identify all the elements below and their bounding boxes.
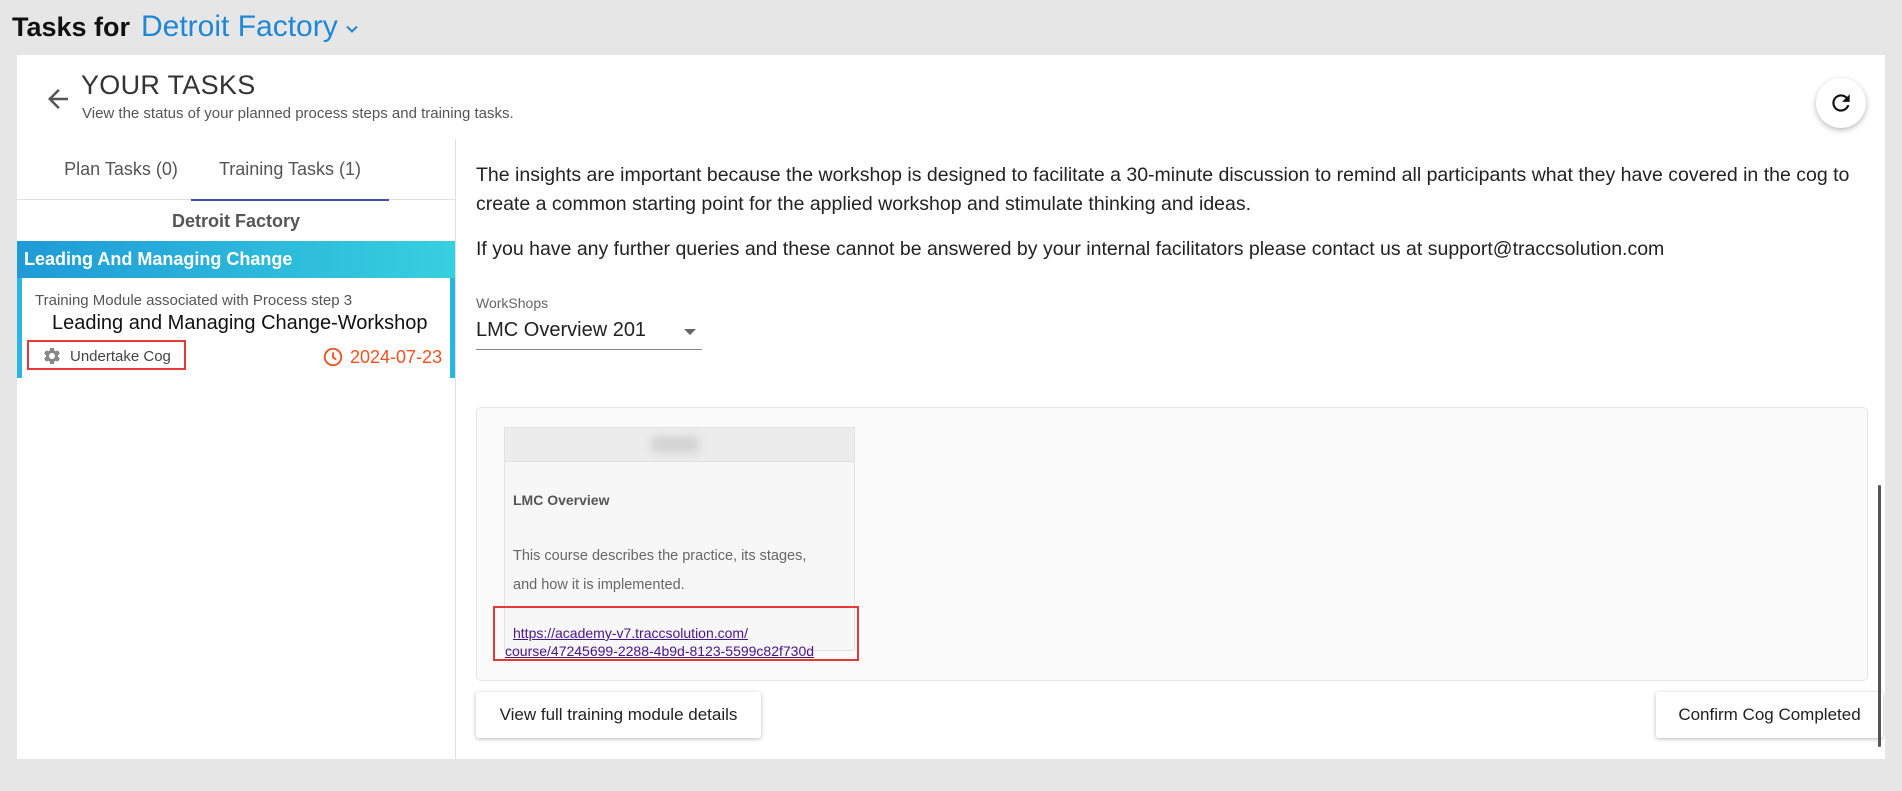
scrollbar[interactable] [1878, 485, 1881, 747]
refresh-icon [1832, 94, 1850, 112]
course-description: This course describes the practice, its … [513, 548, 807, 593]
task-tabs: Plan Tasks (0) Training Tasks (1) [17, 139, 455, 201]
group-header[interactable]: Leading And Managing Change [17, 241, 455, 278]
task-list-panel: Plan Tasks (0) Training Tasks (1) Detroi… [17, 139, 456, 759]
task-item[interactable]: Training Module associated with Process … [17, 278, 455, 378]
course-panel: LMC Overview This course describes the p… [476, 407, 1868, 681]
workshops-select[interactable]: LMC Overview 201 [476, 317, 702, 350]
clock-icon [323, 347, 343, 367]
due-date-value: 2024-07-23 [350, 346, 443, 367]
top-bar: Tasks for Detroit Factory [0, 0, 1902, 54]
page-subtitle: View the status of your planned process … [82, 105, 514, 122]
highlight-box [493, 606, 859, 661]
task-detail-panel: ... ... The insights are important becau… [456, 139, 1885, 759]
tasks-card: YOUR TASKS View the status of your plann… [17, 55, 1885, 759]
tab-plan-tasks[interactable]: Plan Tasks (0) [37, 139, 205, 199]
chevron-down-icon [346, 25, 358, 33]
arrow-left-icon[interactable] [43, 84, 73, 114]
course-title: LMC Overview [513, 492, 610, 508]
confirm-cog-completed-button[interactable]: Confirm Cog Completed [1656, 692, 1883, 738]
gear-icon [44, 348, 60, 364]
support-paragraph: If you have any further queries and thes… [476, 238, 1665, 260]
insights-paragraph: The insights are important because the w… [476, 164, 1850, 215]
course-thumbnail [505, 428, 854, 462]
clipped-text: ... ... [476, 139, 1856, 143]
site-selector[interactable]: Detroit Factory [141, 10, 360, 44]
workshops-select-value: LMC Overview 201 [476, 319, 647, 341]
undertake-cog-button[interactable]: Undertake Cog [42, 346, 171, 366]
tab-training-tasks[interactable]: Training Tasks (1) [191, 139, 389, 201]
site-name: Detroit Factory [141, 10, 338, 43]
group-site-name: Detroit Factory [171, 211, 301, 231]
card-header: YOUR TASKS View the status of your plann… [17, 55, 1885, 139]
tasks-for-label: Tasks for [12, 12, 131, 42]
undertake-cog-label: Undertake Cog [70, 347, 171, 365]
page-title: YOUR TASKS [81, 70, 256, 100]
task-subtitle: Training Module associated with Process … [35, 292, 353, 309]
due-date: 2024-07-23 [322, 346, 442, 368]
view-module-details-button[interactable]: View full training module details [476, 692, 761, 738]
workshops-label: WorkShops [476, 295, 549, 311]
caret-down-icon [684, 329, 696, 335]
refresh-button[interactable] [1816, 78, 1866, 128]
task-name: Leading and Managing Change-Workshop [52, 312, 428, 334]
